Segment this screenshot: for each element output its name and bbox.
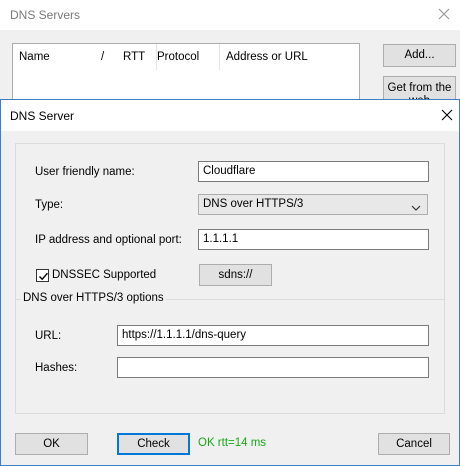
dialog-titlebar: DNS Server: [1, 100, 459, 131]
hashes-label: Hashes:: [35, 362, 78, 374]
check-status: OK rtt=14 ms: [198, 437, 267, 449]
check-button[interactable]: Check: [117, 433, 190, 455]
window-title: DNS Servers: [10, 8, 81, 22]
dnssec-label: DNSSEC Supported: [52, 269, 157, 281]
url-label: URL:: [35, 330, 62, 342]
friendly-name-label: User friendly name:: [35, 166, 135, 178]
column-header-address[interactable]: Address or URL: [220, 44, 359, 70]
ok-button[interactable]: OK: [15, 433, 88, 455]
dns-servers-titlebar: DNS Servers: [0, 0, 460, 30]
url-field[interactable]: https://1.1.1.1/dns-query: [117, 325, 429, 346]
type-label: Type:: [35, 199, 64, 211]
sdns-button[interactable]: sdns://: [199, 264, 272, 286]
dialog-title: DNS Server: [10, 109, 75, 123]
type-select[interactable]: DNS over HTTPS/3: [198, 194, 428, 215]
column-header-protocol[interactable]: Protocol: [151, 44, 220, 70]
close-icon[interactable]: [441, 109, 453, 121]
checkmark-icon: [39, 272, 49, 281]
dns-server-dialog: DNS Server User friendly name: Cloudflar…: [0, 99, 460, 466]
chevron-down-icon: [411, 200, 421, 211]
add-button[interactable]: Add...: [383, 44, 456, 67]
ip-address-label: IP address and optional port:: [35, 234, 182, 246]
ip-address-field[interactable]: 1.1.1.1: [198, 229, 429, 250]
group-title: DNS over HTTPS/3 options: [21, 292, 166, 304]
dns-server-list[interactable]: Name / RTT Protocol Address or URL: [12, 43, 360, 103]
type-select-value: DNS over HTTPS/3: [203, 198, 304, 210]
friendly-name-field[interactable]: Cloudflare: [198, 161, 429, 182]
dnssec-checkbox[interactable]: [36, 269, 49, 282]
column-header-name[interactable]: Name: [13, 44, 98, 70]
hashes-field[interactable]: [117, 357, 429, 378]
close-icon[interactable]: [437, 7, 451, 21]
cancel-button[interactable]: Cancel: [378, 433, 450, 455]
